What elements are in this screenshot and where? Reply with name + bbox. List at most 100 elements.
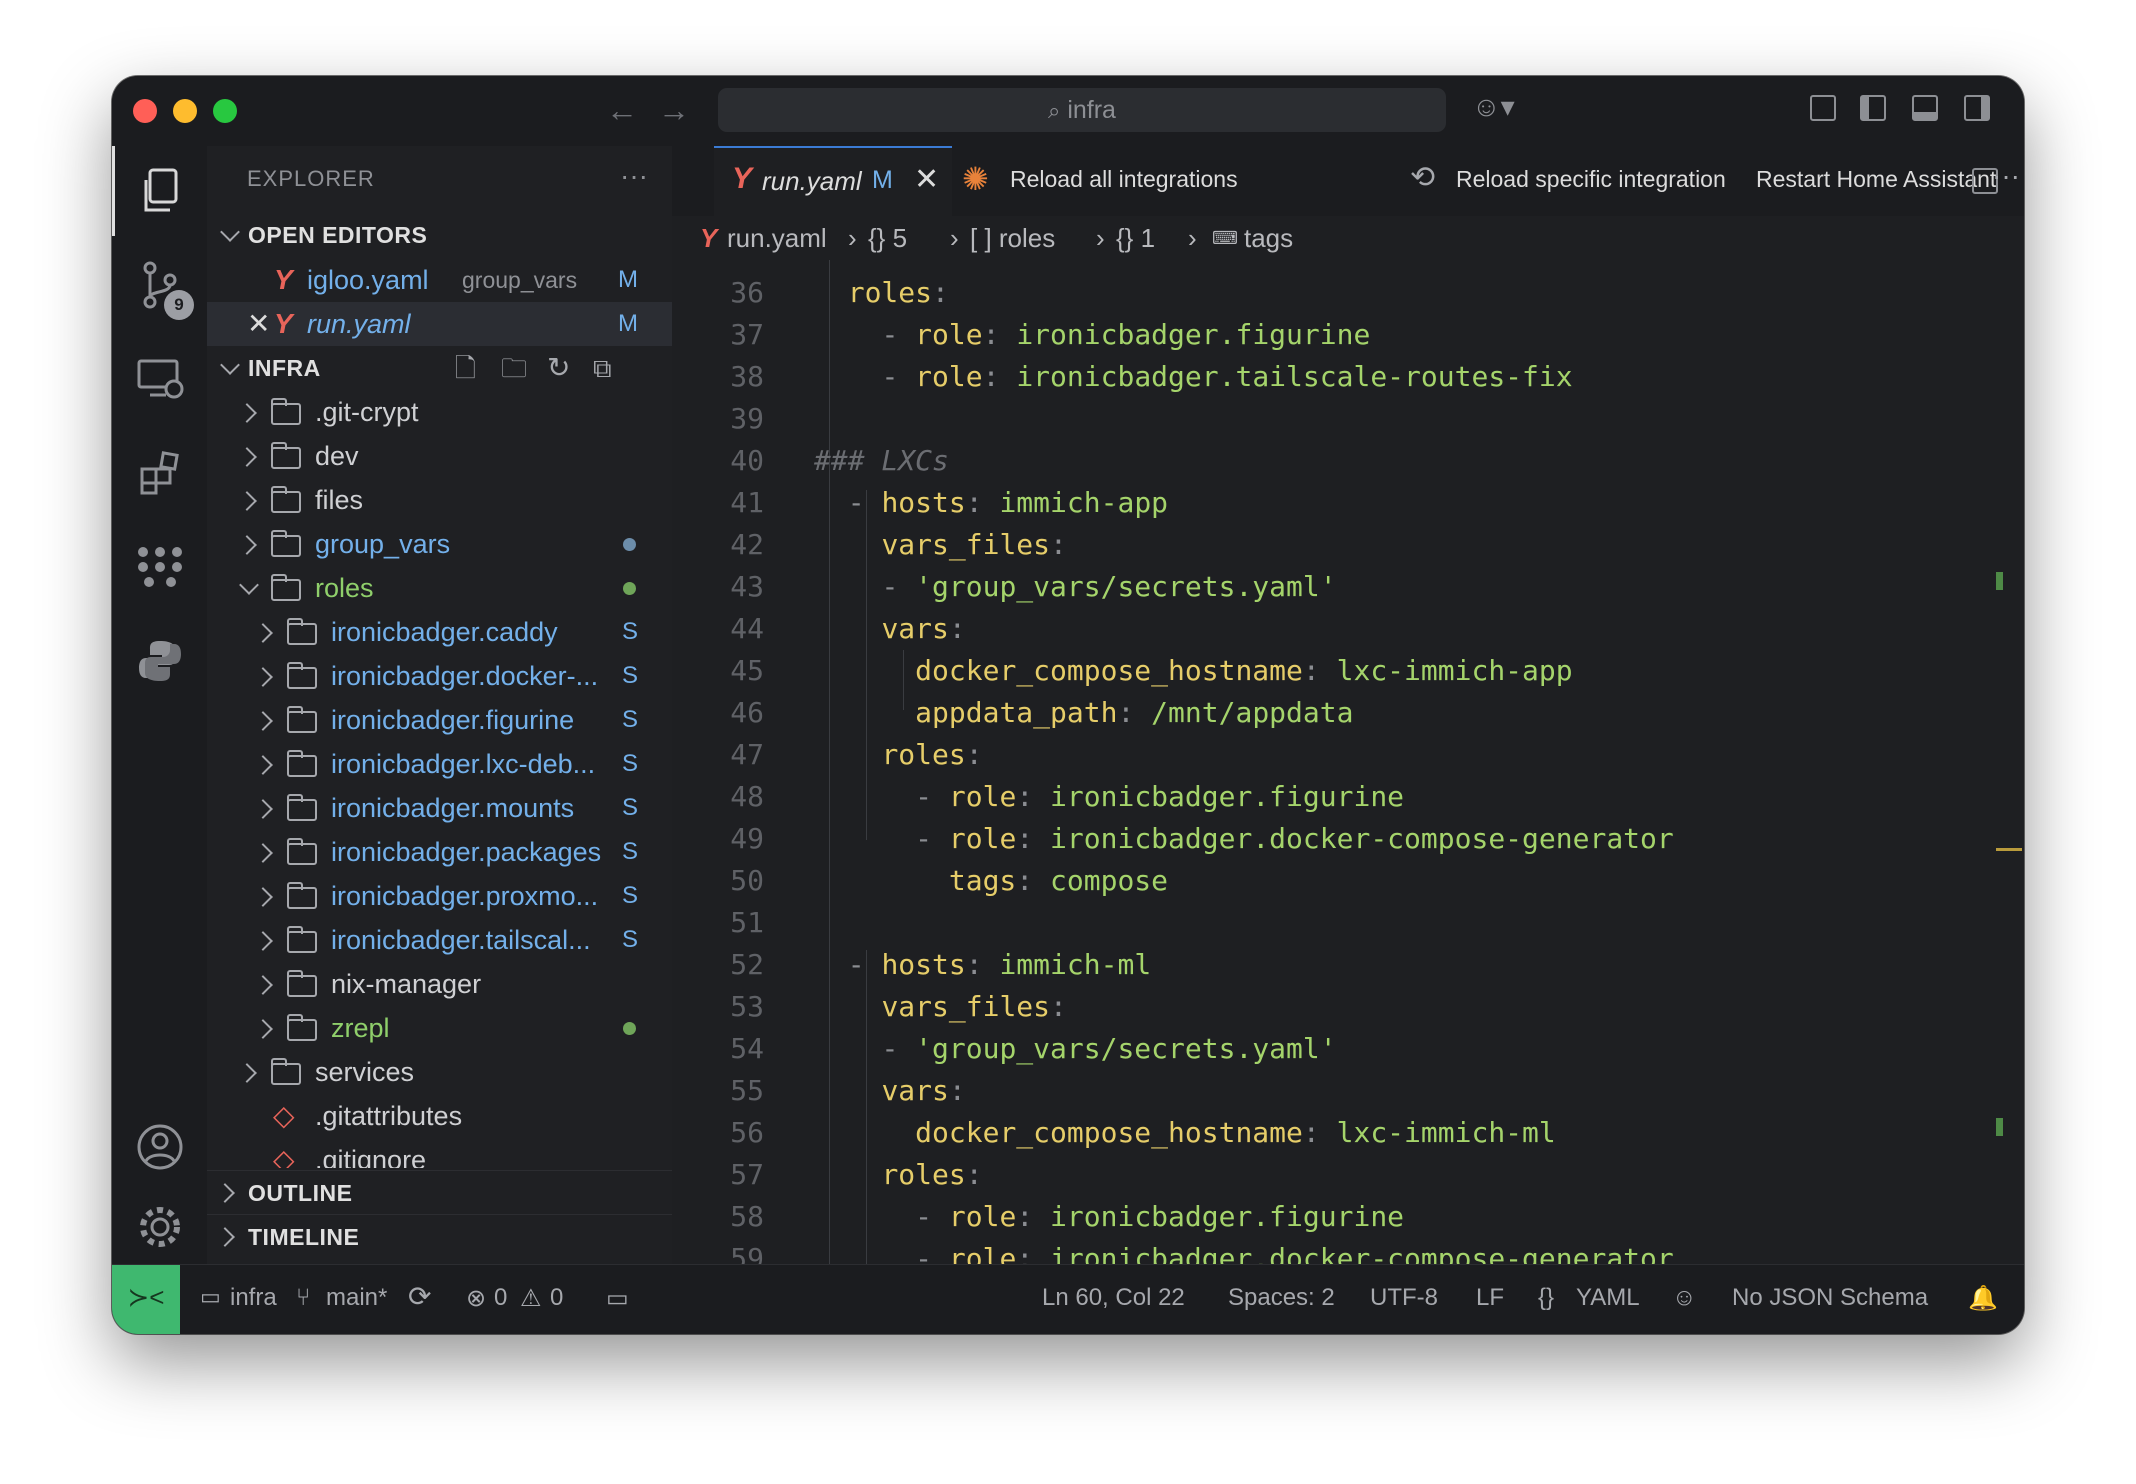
command-center-search[interactable]: ⌕ infra: [718, 88, 1446, 132]
timeline-title: TIMELINE: [248, 1224, 360, 1250]
python-icon[interactable]: [112, 616, 207, 706]
breadcrumb-file[interactable]: run.yaml: [727, 216, 827, 260]
outline-title: OUTLINE: [248, 1180, 353, 1206]
tree-item[interactable]: ironicbadger.caddy S: [207, 610, 672, 654]
status-branch[interactable]: main*: [326, 1284, 387, 1312]
breadcrumb-item[interactable]: {} 5: [868, 216, 907, 260]
tree-item-label: .gitignore: [315, 1145, 427, 1168]
remote-explorer-icon[interactable]: [112, 334, 207, 424]
tree-item[interactable]: zrepl: [207, 1006, 672, 1050]
tree-item[interactable]: dev: [207, 434, 672, 478]
more-actions-icon[interactable]: ···: [1992, 160, 2020, 192]
chevron-right-icon: [253, 843, 273, 863]
explorer-icon[interactable]: [112, 146, 207, 236]
scrollbar-position-marker: [1996, 848, 2022, 851]
status-cursor-position[interactable]: Ln 60, Col 22: [1042, 1284, 1185, 1312]
copilot-icon[interactable]: ☺: [1672, 1284, 1697, 1312]
tree-item[interactable]: ironicbadger.docker-... S: [207, 654, 672, 698]
git-file-icon: ◇: [273, 1100, 295, 1131]
new-folder-icon[interactable]: 🗀: [501, 346, 527, 390]
account-icon[interactable]: [112, 1102, 207, 1192]
tree-item-label: roles: [315, 573, 374, 603]
status-folder[interactable]: infra: [230, 1284, 277, 1312]
folder-icon: [271, 486, 301, 513]
more-actions-icon[interactable]: ···: [620, 160, 648, 192]
code-line: 58 - role: ironicbadger.figurine: [730, 1200, 1405, 1233]
status-encoding[interactable]: UTF-8: [1370, 1284, 1438, 1312]
open-editors-title: OPEN EDITORS: [248, 222, 428, 248]
status-errors[interactable]: 0: [494, 1284, 507, 1312]
toggle-primary-sidebar-icon[interactable]: [1860, 95, 1886, 121]
breadcrumb-item[interactable]: {} 1: [1116, 216, 1155, 260]
tree-item[interactable]: ironicbadger.proxmo... S: [207, 874, 672, 918]
tree-item[interactable]: ironicbadger.figurine S: [207, 698, 672, 742]
settings-gear-icon[interactable]: [112, 1182, 207, 1272]
tree-item[interactable]: files: [207, 478, 672, 522]
outline-section[interactable]: OUTLINE: [207, 1170, 672, 1215]
search-icon: ⌕: [1048, 98, 1061, 123]
back-arrow-icon[interactable]: ←: [606, 92, 638, 129]
activity-bar: 9: [112, 146, 207, 1264]
grid-dots-icon[interactable]: [112, 522, 207, 612]
tree-item-label: ironicbadger.figurine: [331, 705, 575, 735]
breadcrumb-item[interactable]: tags: [1244, 216, 1293, 260]
workspace-header[interactable]: INFRA 🗋 🗀 ↻ ⧉: [207, 346, 672, 390]
zoom-window-button[interactable]: [213, 99, 237, 123]
refresh-icon[interactable]: ↻: [547, 346, 570, 390]
status-language[interactable]: YAML: [1576, 1284, 1640, 1312]
reload-specific-integration-button[interactable]: Reload specific integration: [1456, 166, 1726, 193]
chevron-right-icon: [253, 1019, 273, 1039]
toggle-panel-icon[interactable]: [1912, 95, 1938, 121]
forward-arrow-icon[interactable]: →: [658, 92, 690, 129]
open-editor-desc: group_vars: [462, 267, 578, 293]
notifications-bell-icon[interactable]: 🔔: [1968, 1284, 1998, 1313]
tree-item[interactable]: ◇ .gitignore: [207, 1138, 672, 1168]
tree-item[interactable]: .git-crypt: [207, 390, 672, 434]
tree-item[interactable]: services: [207, 1050, 672, 1094]
new-file-icon[interactable]: 🗋: [455, 346, 476, 390]
code-line: 54 - 'group_vars/secrets.yaml': [730, 1032, 1337, 1065]
tree-item[interactable]: group_vars: [207, 522, 672, 566]
status-warnings[interactable]: 0: [550, 1284, 563, 1312]
tree-item[interactable]: ironicbadger.tailscal... S: [207, 918, 672, 962]
tab-run-yaml[interactable]: Y run.yaml M ✕: [714, 146, 952, 216]
chevron-right-icon: [253, 931, 273, 951]
copilot-icon[interactable]: ☺▾: [1472, 90, 1515, 123]
tree-item[interactable]: ironicbadger.packages S: [207, 830, 672, 874]
extensions-icon[interactable]: [112, 428, 207, 518]
breadcrumb-item[interactable]: [ ] roles: [970, 216, 1055, 260]
remote-indicator-icon[interactable]: ≻<: [112, 1265, 180, 1334]
editor-tab-bar: Y run.yaml M ✕ ✺ Reload all integrations…: [672, 146, 2024, 216]
status-json-schema[interactable]: No JSON Schema: [1732, 1284, 1928, 1312]
ports-icon[interactable]: ▭: [606, 1284, 629, 1313]
tree-item[interactable]: ironicbadger.mounts S: [207, 786, 672, 830]
reload-all-integrations-button[interactable]: Reload all integrations: [1010, 166, 1238, 193]
customize-layout-icon[interactable]: [1810, 95, 1836, 121]
code-editor[interactable]: 36 roles: 37 - role: ironicbadger.figuri…: [672, 260, 2024, 1264]
minimize-window-button[interactable]: [173, 99, 197, 123]
close-icon[interactable]: ✕: [914, 162, 939, 197]
open-editor-item[interactable]: Y igloo.yaml group_vars M: [207, 258, 672, 302]
status-indentation[interactable]: Spaces: 2: [1228, 1284, 1335, 1312]
code-line: 37 - role: ironicbadger.figurine: [730, 318, 1371, 351]
source-control-icon[interactable]: 9: [112, 240, 207, 330]
toggle-secondary-sidebar-icon[interactable]: [1964, 95, 1990, 121]
close-window-button[interactable]: [133, 99, 157, 123]
restart-home-assistant-button[interactable]: Restart Home Assistant: [1756, 166, 1996, 193]
scm-count-badge: 9: [164, 290, 194, 320]
chevron-right-icon: [253, 623, 273, 643]
tree-item[interactable]: roles: [207, 566, 672, 610]
collapse-all-icon[interactable]: ⧉: [593, 346, 612, 390]
tree-item[interactable]: nix-manager: [207, 962, 672, 1006]
timeline-section[interactable]: TIMELINE: [207, 1214, 672, 1259]
tree-item[interactable]: ironicbadger.lxc-deb... S: [207, 742, 672, 786]
close-icon[interactable]: ✕: [247, 302, 270, 346]
status-eol[interactable]: LF: [1476, 1284, 1504, 1312]
code-line: 52 - hosts: immich-ml: [730, 948, 1152, 981]
open-editors-header[interactable]: OPEN EDITORS: [207, 213, 672, 257]
sync-icon[interactable]: ⟳: [408, 1280, 431, 1313]
tab-modified-badge: M: [872, 166, 893, 194]
tree-item[interactable]: ◇ .gitattributes: [207, 1094, 672, 1138]
branch-icon: ⑂: [296, 1284, 311, 1311]
open-editor-item-active[interactable]: ✕ Y run.yaml M: [207, 302, 672, 346]
